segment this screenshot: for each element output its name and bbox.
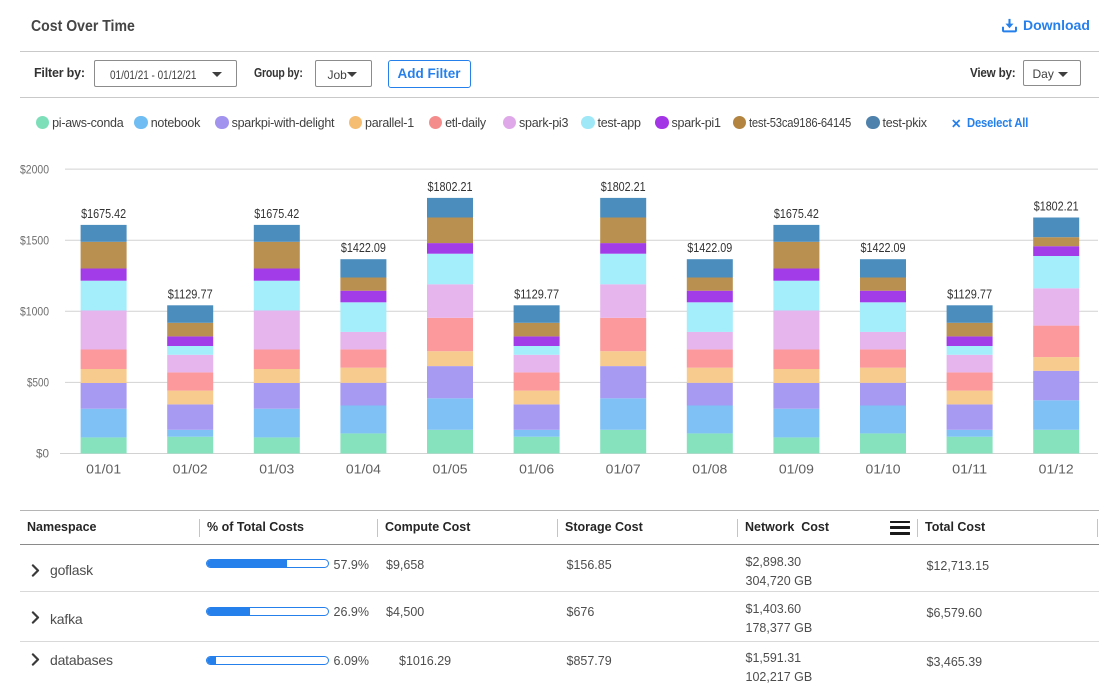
- svg-text:$1422.09: $1422.09: [861, 240, 906, 255]
- svg-text:$1802.21: $1802.21: [601, 179, 646, 194]
- svg-text:$1802.21: $1802.21: [1034, 199, 1079, 214]
- svg-text:$1422.09: $1422.09: [341, 240, 386, 255]
- svg-text:$2000: $2000: [20, 162, 49, 176]
- svg-text:$500: $500: [27, 376, 49, 390]
- svg-text:01/07: 01/07: [606, 463, 641, 477]
- svg-text:$1500: $1500: [20, 233, 49, 247]
- svg-text:$1129.77: $1129.77: [947, 286, 992, 301]
- svg-text:$1129.77: $1129.77: [168, 286, 213, 301]
- svg-text:01/09: 01/09: [779, 463, 814, 477]
- svg-text:01/04: 01/04: [346, 463, 381, 477]
- svg-text:01/02: 01/02: [173, 463, 208, 477]
- svg-text:$1675.42: $1675.42: [254, 206, 299, 221]
- svg-text:01/10: 01/10: [866, 463, 901, 477]
- svg-text:$1675.42: $1675.42: [774, 206, 819, 221]
- svg-text:$1675.42: $1675.42: [81, 206, 126, 221]
- svg-text:$1802.21: $1802.21: [428, 179, 473, 194]
- svg-text:$1000: $1000: [20, 305, 49, 319]
- svg-text:01/11: 01/11: [952, 463, 987, 477]
- svg-text:$1129.77: $1129.77: [514, 286, 559, 301]
- svg-text:01/06: 01/06: [519, 463, 554, 477]
- svg-text:01/08: 01/08: [692, 463, 727, 477]
- svg-text:$1422.09: $1422.09: [687, 240, 732, 255]
- svg-text:01/03: 01/03: [259, 463, 294, 477]
- svg-text:01/05: 01/05: [433, 463, 468, 477]
- svg-text:$0: $0: [36, 447, 49, 461]
- svg-text:01/01: 01/01: [86, 463, 121, 477]
- svg-text:01/12: 01/12: [1039, 463, 1074, 477]
